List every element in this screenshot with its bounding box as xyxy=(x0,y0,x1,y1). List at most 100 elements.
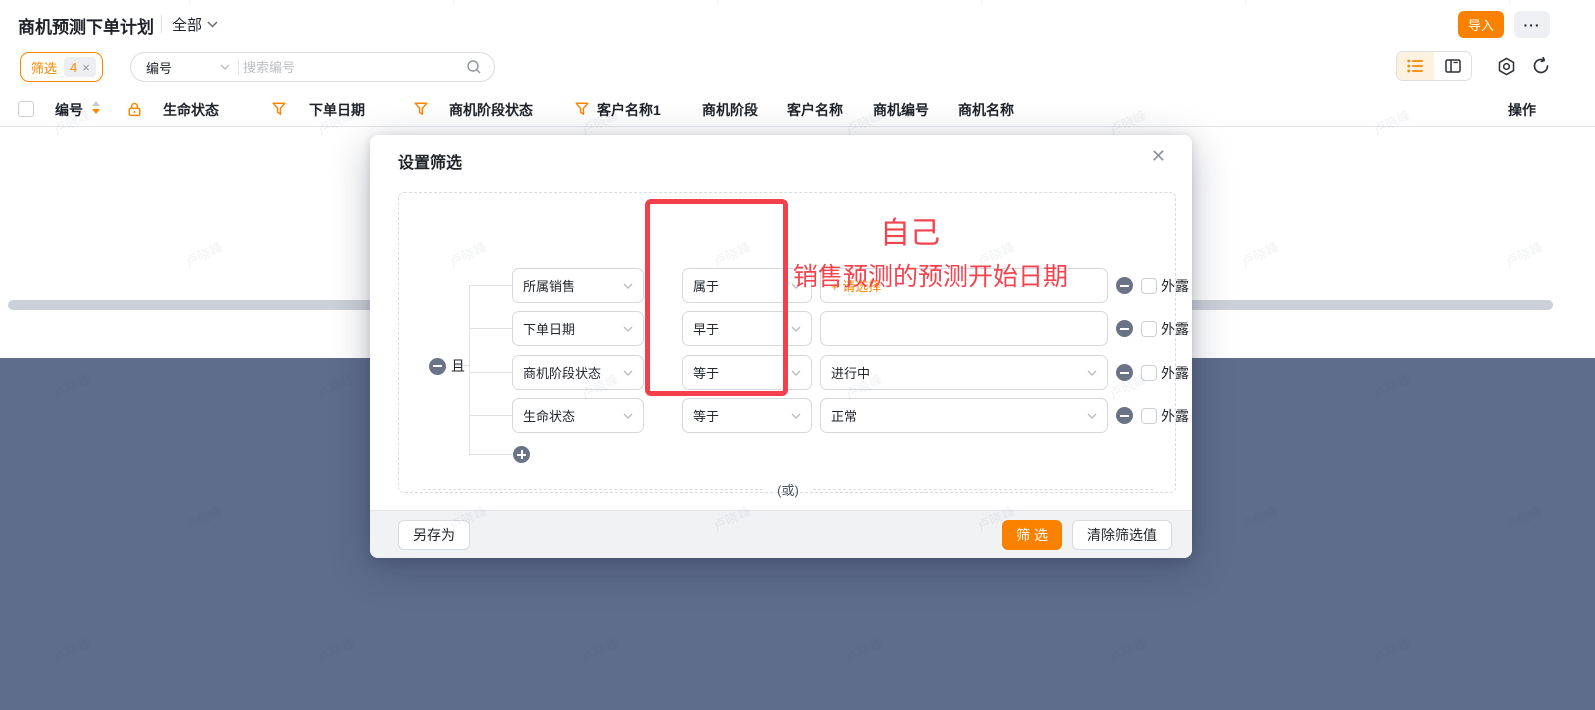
more-actions-button[interactable]: ··· xyxy=(1514,11,1550,38)
value-picker[interactable]: + 请选择 xyxy=(820,268,1108,303)
refresh-button[interactable] xyxy=(1529,54,1553,78)
remove-condition-button[interactable] xyxy=(1116,320,1133,337)
filter-funnel-icon[interactable] xyxy=(414,102,428,116)
column-header: 商机阶段状态 xyxy=(449,100,533,120)
chevron-down-icon xyxy=(207,21,218,28)
field-select[interactable]: 商机阶段状态 xyxy=(512,355,644,390)
condition-row: 下单日期 早于 外露 xyxy=(512,311,1189,346)
column-header: 客户名称1 xyxy=(597,100,661,120)
value-input[interactable] xyxy=(820,311,1108,346)
remove-group-button[interactable] xyxy=(429,358,446,375)
expose-checkbox[interactable] xyxy=(1141,278,1157,294)
add-row-button[interactable] xyxy=(513,446,530,463)
filter-chip[interactable]: 筛选 4 × xyxy=(20,52,103,82)
field-select-value: 商机阶段状态 xyxy=(523,363,601,382)
operator-select[interactable]: 早于 xyxy=(682,311,812,346)
scope-dropdown[interactable]: 全部 xyxy=(172,14,218,35)
operator-select[interactable]: 等于 xyxy=(682,398,812,433)
column-header: 客户名称 xyxy=(787,100,843,120)
title-divider xyxy=(161,15,162,33)
filter-chip-label: 筛选 xyxy=(31,58,57,77)
expose-checkbox[interactable] xyxy=(1141,408,1157,424)
refresh-icon xyxy=(1532,57,1550,75)
filter-funnel-icon[interactable] xyxy=(272,102,286,116)
view-toggle xyxy=(1396,51,1472,81)
field-select-value: 所属销售 xyxy=(523,276,575,295)
remove-condition-button[interactable] xyxy=(1116,277,1133,294)
lock-icon[interactable] xyxy=(127,102,142,117)
close-icon[interactable]: ✕ xyxy=(1151,147,1166,165)
expose-checkbox[interactable] xyxy=(1141,365,1157,381)
tree-connector xyxy=(469,328,512,329)
filter-clear-icon[interactable]: × xyxy=(82,60,90,75)
operator-select-value: 等于 xyxy=(693,406,719,425)
chevron-down-icon xyxy=(791,326,801,332)
search-combo: 编号 xyxy=(130,52,495,82)
filter-count-badge: 4 × xyxy=(64,57,96,77)
search-icon[interactable] xyxy=(466,59,482,75)
search-field-label: 编号 xyxy=(146,58,172,77)
condition-row: 生命状态 等于 正常 外露 xyxy=(512,398,1189,433)
apply-filter-button[interactable]: 筛 选 xyxy=(1002,520,1062,550)
board-view-toggle[interactable] xyxy=(1434,52,1471,80)
field-select[interactable]: 下单日期 xyxy=(512,311,644,346)
chevron-down-icon xyxy=(791,370,801,376)
select-all-checkbox[interactable] xyxy=(18,101,34,117)
condition-group: 且 所属销售 属于 + 请选择 外露 xyxy=(398,192,1176,493)
board-icon xyxy=(1445,59,1461,73)
list-icon xyxy=(1407,59,1424,73)
or-divider: (或) xyxy=(423,481,1153,497)
field-select-value: 生命状态 xyxy=(523,406,575,425)
filter-funnel-icon[interactable] xyxy=(575,102,589,116)
condition-row: 所属销售 属于 + 请选择 外露 xyxy=(512,268,1189,303)
group-operator-node: 且 xyxy=(429,356,465,376)
operator-select[interactable]: 等于 xyxy=(682,355,812,390)
modal-footer: 另存为 筛 选 清除筛选值 xyxy=(370,510,1192,558)
field-select[interactable]: 生命状态 xyxy=(512,398,644,433)
page-title: 商机预测下单计划 xyxy=(18,13,154,38)
search-divider xyxy=(238,59,239,75)
search-field-select[interactable]: 编号 xyxy=(131,58,236,77)
settings-button[interactable] xyxy=(1494,54,1518,78)
clear-filter-button[interactable]: 清除筛选值 xyxy=(1072,520,1172,550)
value-select[interactable]: 进行中 xyxy=(820,355,1108,390)
field-select[interactable]: 所属销售 xyxy=(512,268,644,303)
expose-checkbox[interactable] xyxy=(1141,321,1157,337)
value-picker-placeholder: + 请选择 xyxy=(831,276,881,295)
value-select[interactable]: 正常 xyxy=(820,398,1108,433)
gear-icon xyxy=(1497,57,1516,76)
column-header: 编号 xyxy=(55,100,83,120)
tree-connector xyxy=(469,285,470,454)
import-button[interactable]: 导入 xyxy=(1458,11,1504,38)
chevron-down-icon xyxy=(623,283,633,289)
expose-label: 外露 xyxy=(1161,319,1189,339)
toolbar: 筛选 4 × 编号 xyxy=(0,46,1595,92)
tree-connector xyxy=(469,454,512,455)
save-as-button[interactable]: 另存为 xyxy=(398,520,470,550)
or-label: (或) xyxy=(777,480,799,499)
search-input[interactable] xyxy=(243,60,460,75)
operator-select-value: 等于 xyxy=(693,363,719,382)
remove-condition-button[interactable] xyxy=(1116,407,1133,424)
expose-label: 外露 xyxy=(1161,276,1189,296)
sort-icon[interactable] xyxy=(92,101,101,117)
operator-select[interactable]: 属于 xyxy=(682,268,812,303)
remove-condition-button[interactable] xyxy=(1116,364,1133,381)
column-header: 商机编号 xyxy=(873,100,929,120)
tree-connector xyxy=(469,285,512,286)
operator-select-value: 早于 xyxy=(693,319,719,338)
modal-title: 设置筛选 xyxy=(398,149,462,173)
column-header: 生命状态 xyxy=(163,100,219,120)
expose-label: 外露 xyxy=(1161,363,1189,383)
filter-count: 4 xyxy=(70,60,77,75)
column-header-actions: 操作 xyxy=(1508,100,1536,120)
app-screen: 商机预测下单计划 全部 导入 ··· 筛选 4 × 编号 xyxy=(0,0,1595,710)
group-operator-label: 且 xyxy=(451,356,465,376)
table-header: 编号 生命状态 下单日期 商机阶段状态 客户名称1 商机阶段 客户名称 商机编号… xyxy=(0,92,1595,127)
chevron-down-icon xyxy=(623,370,633,376)
value-select-value: 正常 xyxy=(831,406,857,425)
scope-label: 全部 xyxy=(172,14,202,35)
chevron-down-icon xyxy=(623,413,633,419)
list-view-toggle[interactable] xyxy=(1397,52,1434,80)
chevron-down-icon xyxy=(1087,413,1097,419)
